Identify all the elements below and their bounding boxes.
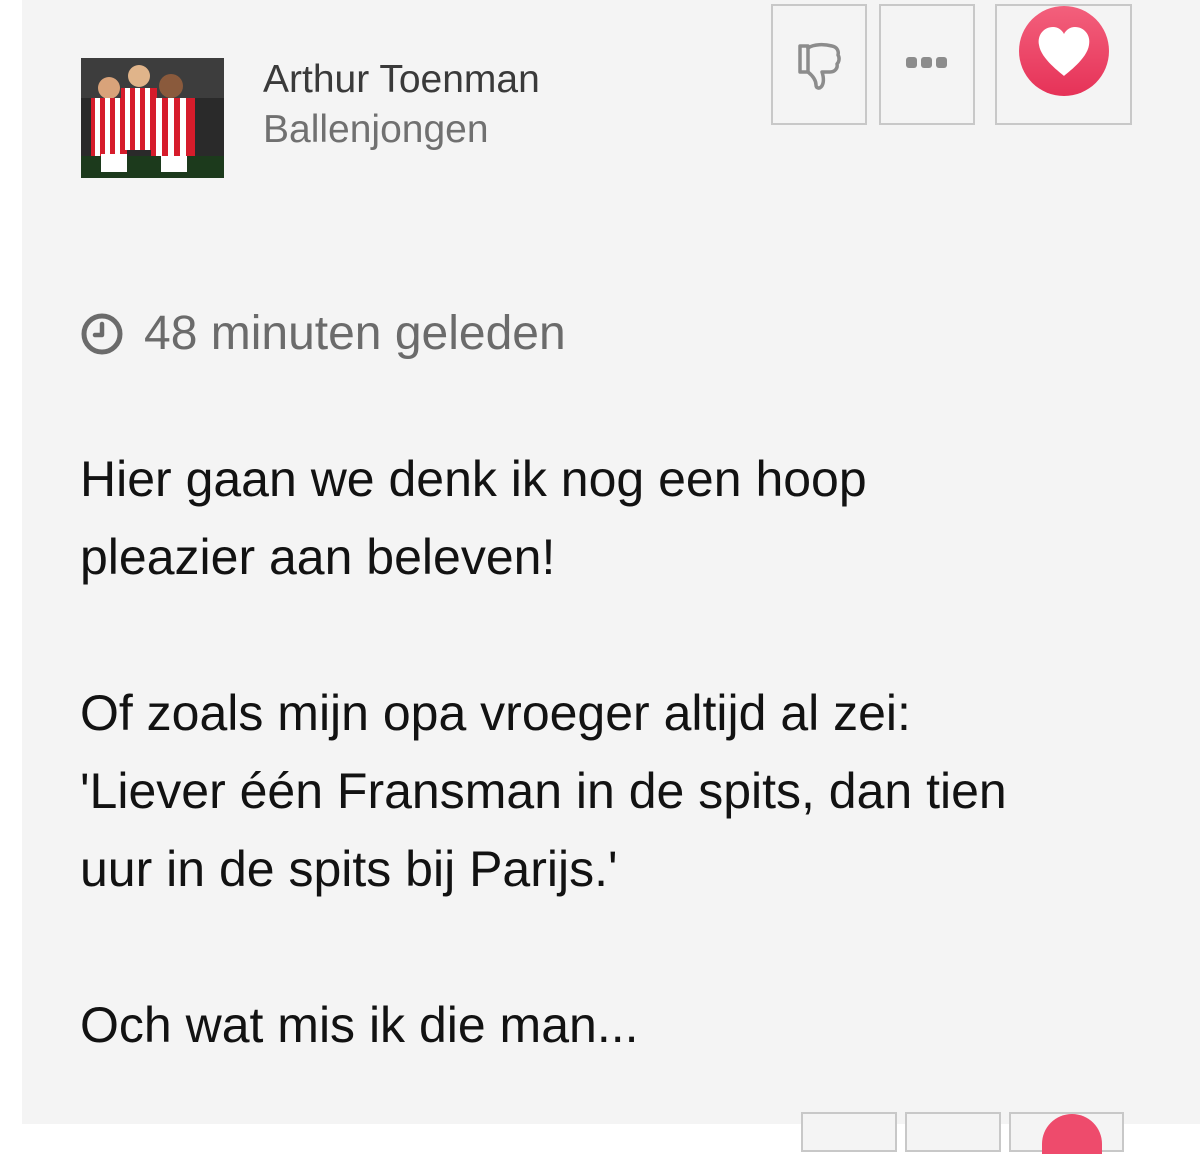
- heart-icon: [1018, 6, 1109, 96]
- comment-paragraph: Hier gaan we denk ik nog een hoop pleazi…: [80, 440, 1160, 596]
- next-comment-dislike-button[interactable]: [801, 1112, 897, 1152]
- next-comment-more-button[interactable]: [905, 1112, 1001, 1152]
- comment-line: uur in de spits bij Parijs.': [80, 841, 618, 897]
- more-dots-icon: [906, 57, 947, 68]
- author-name[interactable]: Arthur Toenman: [263, 58, 540, 102]
- more-options-button[interactable]: [879, 4, 975, 125]
- timestamp: 48 minuten geleden: [80, 306, 566, 361]
- comment-line: pleazier aan beleven!: [80, 529, 556, 585]
- comment-line: Of zoals mijn opa vroeger altijd al zei:: [80, 685, 911, 741]
- comment-body: Hier gaan we denk ik nog een hoop pleazi…: [80, 440, 1160, 1064]
- timestamp-text: 48 minuten geleden: [144, 307, 566, 360]
- comment-line: 'Liever één Fransman in de spits, dan ti…: [80, 763, 1007, 819]
- comment-paragraph: Of zoals mijn opa vroeger altijd al zei:…: [80, 674, 1160, 908]
- like-button[interactable]: [995, 4, 1132, 125]
- comment-line: Hier gaan we denk ik nog een hoop: [80, 451, 867, 507]
- thumbs-down-icon: [798, 42, 841, 90]
- dislike-button[interactable]: [771, 4, 867, 125]
- avatar-photo[interactable]: [81, 58, 224, 178]
- author-role: Ballenjongen: [263, 108, 489, 151]
- comment-line: Och wat mis ik die man...: [80, 997, 639, 1053]
- clock-icon: [81, 313, 123, 354]
- comment-paragraph: Och wat mis ik die man...: [80, 986, 1160, 1064]
